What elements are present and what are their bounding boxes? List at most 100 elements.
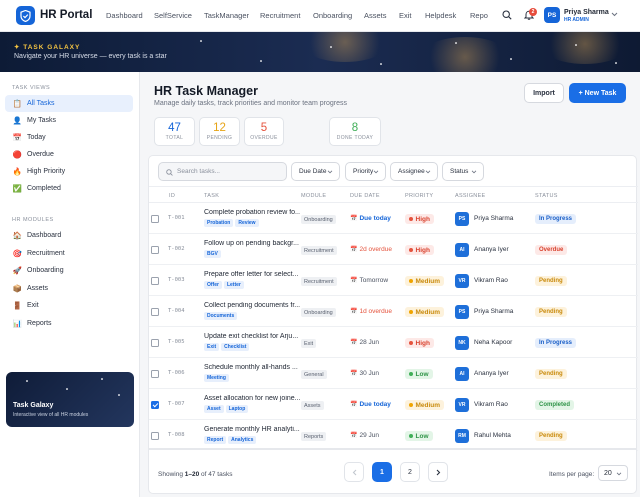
- row-checkbox[interactable]: [151, 277, 159, 285]
- sidebar-item-label: My Tasks: [27, 117, 57, 124]
- nav-link-selfservice[interactable]: SelfService: [154, 11, 192, 20]
- task-title[interactable]: Generate monthly HR analyti...: [204, 426, 300, 433]
- nav-link-exit[interactable]: Exit: [399, 11, 412, 20]
- table-row[interactable]: T-004 Collect pending documents fr... Docu…: [149, 296, 638, 327]
- column-header-status[interactable]: STATUS: [535, 193, 558, 199]
- task-tag: Offer: [204, 281, 222, 289]
- column-header-task[interactable]: TASK: [204, 193, 219, 199]
- table-row[interactable]: T-003 Prepare offer letter for select... O…: [149, 265, 638, 296]
- user-avatar[interactable]: PS: [544, 7, 560, 23]
- column-header-due-date[interactable]: DUE DATE: [350, 193, 380, 199]
- task-tags: Exit Checklist: [204, 343, 251, 351]
- status-badge: Pending: [535, 276, 567, 286]
- due-date-text: 1d overdue: [359, 308, 393, 315]
- sidebar-item-label: All Tasks: [27, 100, 55, 107]
- row-checkbox[interactable]: [151, 339, 159, 347]
- sidebar-item-all-tasks[interactable]: 📋 All Tasks: [5, 95, 133, 112]
- status-badge: Pending: [535, 307, 567, 317]
- sidebar-item-overdue[interactable]: 🔴 Overdue: [5, 146, 133, 163]
- search-icon[interactable]: [502, 10, 512, 20]
- nav-link-recruitment[interactable]: Recruitment: [260, 11, 300, 20]
- task-title[interactable]: Prepare offer letter for select...: [204, 271, 300, 278]
- sidebar-item-reports[interactable]: 📊 Reports: [5, 315, 133, 332]
- table-row[interactable]: T-001 Complete probation review fo... Prob…: [149, 203, 638, 234]
- assignee-avatar: VR: [455, 274, 469, 288]
- sidebar-item-exit[interactable]: 🚪 Exit: [5, 297, 133, 314]
- module-badge: Onboarding: [301, 308, 336, 317]
- filter-priority-dropdown[interactable]: Priority: [345, 162, 386, 181]
- row-checkbox[interactable]: [151, 432, 159, 440]
- star-dot: [26, 380, 28, 382]
- filter-due-date-dropdown[interactable]: Due Date: [291, 162, 340, 181]
- nav-link-repo[interactable]: Repo: [470, 11, 488, 20]
- new-task-button[interactable]: + New Task: [569, 83, 626, 103]
- column-header-module[interactable]: MODULE: [301, 193, 326, 199]
- due-date: 📅 29 Jun: [350, 432, 379, 439]
- table-row[interactable]: T-008 Generate monthly HR analyti... Repor…: [149, 420, 638, 451]
- sidebar: TASK VIEWS HR MODULES Task Galaxy Intera…: [0, 72, 140, 497]
- task-title[interactable]: Complete probation review fo...: [204, 209, 300, 216]
- sidebar-item-recruitment[interactable]: 🎯 Recruitment: [5, 245, 133, 262]
- task-title[interactable]: Schedule monthly all-hands ...: [204, 364, 300, 371]
- search-input[interactable]: Search tasks...: [158, 162, 287, 181]
- task-title[interactable]: Update exit checklist for Arju...: [204, 333, 300, 340]
- sidebar-item-high-priority[interactable]: 🔥 High Priority: [5, 163, 133, 180]
- row-checkbox[interactable]: [151, 401, 159, 409]
- chevron-down-icon: [373, 169, 379, 176]
- star-dot: [575, 44, 577, 46]
- table-row[interactable]: T-002 Follow up on pending backgr... BGV Re…: [149, 234, 638, 265]
- task-title[interactable]: Collect pending documents fr...: [204, 302, 300, 309]
- filter-assignee-dropdown[interactable]: Assignee: [390, 162, 438, 181]
- due-date: 📅 30 Jun: [350, 370, 379, 377]
- row-checkbox[interactable]: [151, 370, 159, 378]
- banner-title: ✦ TASK GALAXY: [14, 44, 81, 51]
- star-dot: [101, 378, 103, 380]
- import-button[interactable]: Import: [524, 83, 564, 103]
- assignee-name: Ananya Iyer: [474, 370, 509, 377]
- notification-count-badge: 2: [529, 8, 537, 16]
- page-2-button[interactable]: 2: [400, 462, 420, 482]
- sidebar-item-dashboard[interactable]: 🏠 Dashboard: [5, 227, 133, 244]
- page-1-button[interactable]: 1: [372, 462, 392, 482]
- nav-link-onboarding[interactable]: Onboarding: [313, 11, 352, 20]
- sidebar-item-onboarding[interactable]: 🚀 Onboarding: [5, 262, 133, 279]
- row-checkbox[interactable]: [151, 215, 159, 223]
- stat-label: TOTAL: [165, 135, 184, 141]
- nav-link-assets[interactable]: Assets: [364, 11, 387, 20]
- sidebar-item-completed[interactable]: ✅ Completed: [5, 180, 133, 197]
- next-page-button[interactable]: [428, 462, 448, 482]
- row-checkbox[interactable]: [151, 246, 159, 254]
- task-galaxy-card[interactable]: Task Galaxy Interactive view of all HR m…: [6, 372, 134, 427]
- dropdown-label: Status: [450, 168, 469, 175]
- chevron-down-icon[interactable]: [611, 12, 618, 17]
- hr-portal-logo-icon[interactable]: [16, 6, 35, 25]
- task-title[interactable]: Follow up on pending backgr...: [204, 240, 300, 247]
- priority-dot-icon: [409, 372, 413, 376]
- table-row[interactable]: T-006 Schedule monthly all-hands ... Meeti…: [149, 358, 638, 389]
- row-checkbox[interactable]: [151, 308, 159, 316]
- prev-page-button[interactable]: [344, 462, 364, 482]
- nav-link-dashboard[interactable]: Dashboard: [106, 11, 143, 20]
- nav-link-helpdesk[interactable]: Helpdesk: [425, 11, 456, 20]
- user-name[interactable]: Priya Sharma: [564, 9, 609, 16]
- sidebar-item-label: Onboarding: [27, 267, 64, 274]
- sidebar-item-my-tasks[interactable]: 👤 My Tasks: [5, 112, 133, 129]
- sidebar-item-assets[interactable]: 📦 Assets: [5, 280, 133, 297]
- column-header-id[interactable]: ID: [169, 193, 175, 199]
- filter-status-dropdown[interactable]: Status: [442, 162, 484, 181]
- nav-link-taskmanager[interactable]: TaskManager: [204, 11, 249, 20]
- column-header-priority[interactable]: PRIORITY: [405, 193, 433, 199]
- stat-card-total: 47 TOTAL: [154, 117, 195, 146]
- sidebar-item-today[interactable]: 📅 Today: [5, 129, 133, 146]
- items-per-page-select[interactable]: 20: [598, 465, 628, 481]
- task-tag: Letter: [223, 281, 244, 289]
- sidebar-item-label: Assets: [27, 284, 49, 292]
- due-date-text: 2d overdue: [359, 246, 393, 253]
- banner-glow: [420, 37, 510, 72]
- column-header-assignee[interactable]: ASSIGNEE: [455, 193, 486, 199]
- task-title[interactable]: Asset allocation for new joine...: [204, 395, 300, 402]
- table-row[interactable]: T-007 Asset allocation for new joine... As…: [149, 389, 638, 420]
- table-row[interactable]: T-005 Update exit checklist for Arju... Ex…: [149, 327, 638, 358]
- due-date: 📅 Due today: [350, 215, 391, 222]
- priority-text: Medium: [415, 401, 441, 409]
